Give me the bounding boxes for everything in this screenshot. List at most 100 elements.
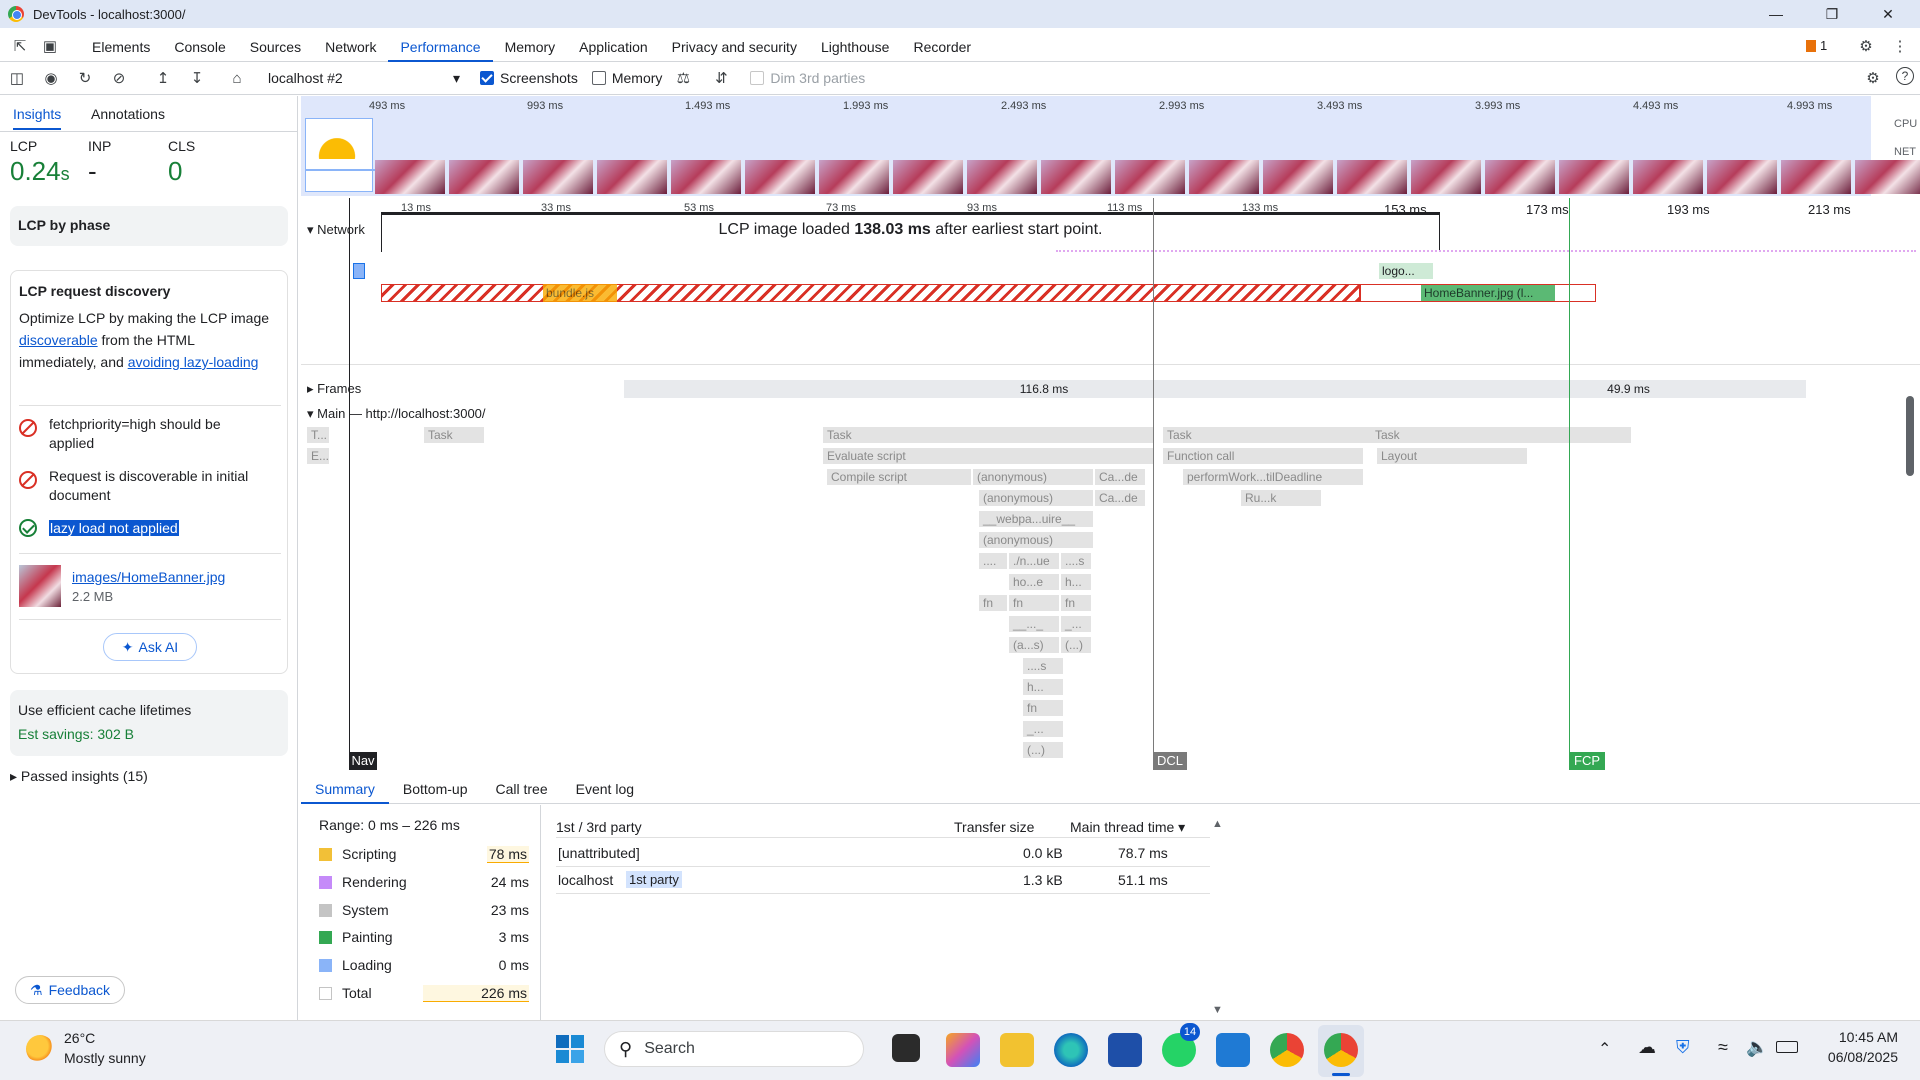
taskbar-search-box[interactable]: ⚲ Search: [604, 1031, 864, 1067]
insight-title[interactable]: LCP request discovery: [19, 283, 170, 299]
flame-call[interactable]: h...: [1061, 574, 1091, 590]
screenshot-filmstrip[interactable]: [375, 160, 1920, 194]
chrome-icon[interactable]: [1270, 1033, 1304, 1067]
flame-task[interactable]: Task: [424, 427, 484, 443]
inspect-element-icon[interactable]: ⇱: [10, 36, 30, 56]
upload-icon[interactable]: ↥: [152, 67, 174, 89]
frame-bar[interactable]: 116.8 ms: [624, 380, 1464, 398]
clock-date[interactable]: 06/08/2025: [1818, 1049, 1898, 1065]
tab-lighthouse[interactable]: Lighthouse: [809, 30, 902, 62]
flame-call[interactable]: (...): [1023, 742, 1063, 758]
flame-anonymous[interactable]: (anonymous): [979, 490, 1093, 506]
flame-anonymous[interactable]: (anonymous): [979, 532, 1093, 548]
flame-task[interactable]: T...: [307, 427, 329, 443]
windows-start-icon[interactable]: [556, 1035, 584, 1063]
toggle-sidebar-icon[interactable]: ◫: [6, 67, 28, 89]
flame-run-task[interactable]: Ru...k: [1241, 490, 1321, 506]
tab-application[interactable]: Application: [567, 30, 660, 62]
flame-call[interactable]: __..._: [1009, 616, 1059, 632]
tab-call-tree[interactable]: Call tree: [482, 772, 562, 804]
discoverable-link[interactable]: discoverable: [19, 332, 98, 348]
tab-performance[interactable]: Performance: [388, 30, 493, 62]
flame-call[interactable]: (a...s): [1009, 637, 1059, 653]
overview-window-handle[interactable]: [305, 118, 396, 192]
flame-call[interactable]: _...: [1023, 721, 1063, 737]
device-toolbar-icon[interactable]: ▣: [40, 36, 60, 56]
flame-task[interactable]: Task: [1163, 427, 1373, 443]
tab-memory[interactable]: Memory: [493, 30, 568, 62]
scroll-up-arrow-icon[interactable]: ▲: [1212, 818, 1223, 830]
flame-perform-work[interactable]: performWork...tilDeadline: [1183, 469, 1363, 485]
broom-gc-icon[interactable]: ⚖: [672, 67, 694, 89]
flame-call[interactable]: Ca...de: [1095, 490, 1145, 506]
record-icon[interactable]: ◉: [40, 67, 62, 89]
download-icon[interactable]: ↧: [186, 67, 208, 89]
tab-bottom-up[interactable]: Bottom-up: [389, 772, 482, 804]
request-bundle-js[interactable]: bundle.js: [543, 284, 617, 302]
request-document[interactable]: [353, 263, 365, 279]
lcp-annotation[interactable]: LCP image loaded 138.03 ms after earlies…: [381, 212, 1440, 252]
minimize-button[interactable]: —: [1748, 0, 1804, 28]
flame-anonymous[interactable]: (anonymous): [973, 469, 1093, 485]
restore-button[interactable]: ❐: [1804, 0, 1860, 28]
flame-call[interactable]: h...: [1023, 679, 1063, 695]
clear-icon[interactable]: ⊘: [108, 67, 130, 89]
flame-layout[interactable]: Layout: [1377, 448, 1527, 464]
tab-annotations[interactable]: Annotations: [91, 106, 165, 122]
ask-ai-button[interactable]: ✦ Ask AI: [103, 633, 197, 661]
scroll-down-arrow-icon[interactable]: ▼: [1212, 1004, 1223, 1016]
flame-task[interactable]: Task: [1371, 427, 1631, 443]
insight-cache-lifetimes[interactable]: Use efficient cache lifetimes Est saving…: [10, 690, 288, 756]
weather-description[interactable]: Mostly sunny: [64, 1050, 146, 1066]
insight-lcp-by-phase[interactable]: LCP by phase: [10, 206, 288, 246]
file-explorer-icon[interactable]: [1000, 1033, 1034, 1067]
flame-evaluate[interactable]: E...: [307, 448, 329, 464]
table-row[interactable]: [unattributed] 0.0 kB 78.7 ms: [556, 841, 1210, 867]
tab-insights[interactable]: Insights: [13, 106, 62, 130]
screenshots-checkbox[interactable]: Screenshots: [480, 70, 578, 86]
defender-shield-icon[interactable]: ⛨: [1676, 1037, 1690, 1058]
chevron-up-icon[interactable]: ⌃: [1598, 1039, 1611, 1059]
weather-temperature[interactable]: 26°C: [64, 1030, 95, 1046]
task-view-icon[interactable]: [892, 1034, 920, 1062]
tracks-scrollbar[interactable]: [1906, 396, 1914, 476]
lcp-image-link[interactable]: images/HomeBanner.jpg: [72, 569, 225, 585]
close-button[interactable]: ✕: [1860, 0, 1916, 28]
cloud-sync-icon[interactable]: ☁: [1638, 1037, 1656, 1058]
frame-bar[interactable]: 49.9 ms: [1451, 380, 1806, 398]
flame-call[interactable]: ....s: [1061, 553, 1091, 569]
frames-track-header[interactable]: ▸ Frames: [307, 381, 361, 397]
flame-call[interactable]: ....s: [1023, 658, 1063, 674]
tab-elements[interactable]: Elements: [80, 30, 162, 62]
flame-call[interactable]: ./n...ue: [1009, 553, 1059, 569]
battery-icon[interactable]: [1776, 1041, 1798, 1053]
table-row[interactable]: localhost 1st party 1.3 kB 51.1 ms: [556, 868, 1210, 894]
dim-3rd-parties-checkbox[interactable]: Dim 3rd parties: [750, 70, 865, 86]
flame-call[interactable]: ....: [979, 553, 1007, 569]
request-logo[interactable]: logo...: [1379, 263, 1433, 279]
flame-webpack-require[interactable]: __webpa...uire__: [979, 511, 1093, 527]
flame-evaluate-script[interactable]: Evaluate script: [823, 448, 1153, 464]
flame-fn[interactable]: fn: [1009, 595, 1059, 611]
tab-privacy-security[interactable]: Privacy and security: [660, 30, 809, 62]
passed-insights-toggle[interactable]: ▸ Passed insights (15): [10, 768, 148, 785]
column-header-main-thread[interactable]: Main thread time ▾: [1070, 819, 1185, 836]
tab-sources[interactable]: Sources: [238, 30, 313, 62]
flame-function-call[interactable]: Function call: [1163, 448, 1363, 464]
chrome-devtools-icon[interactable]: [1324, 1033, 1358, 1067]
metric-cls[interactable]: CLS 0: [168, 138, 195, 187]
flame-task[interactable]: Task: [823, 427, 1153, 443]
timeline-tracks[interactable]: 13 ms 33 ms 53 ms 73 ms 93 ms 113 ms 133…: [301, 198, 1920, 770]
help-icon[interactable]: ?: [1896, 67, 1914, 85]
home-icon[interactable]: ⌂: [226, 67, 248, 89]
session-select[interactable]: localhost #2 ▾: [268, 70, 460, 87]
flame-call[interactable]: (...): [1061, 637, 1091, 653]
flame-call[interactable]: _...: [1061, 616, 1091, 632]
flame-fn[interactable]: fn: [1061, 595, 1091, 611]
wifi-icon[interactable]: ≈: [1718, 1037, 1728, 1058]
network-track-header[interactable]: ▾ Network: [307, 222, 365, 238]
vscode-icon[interactable]: [1216, 1033, 1250, 1067]
tab-network[interactable]: Network: [313, 30, 388, 62]
column-header-party[interactable]: 1st / 3rd party: [556, 819, 642, 835]
tab-recorder[interactable]: Recorder: [901, 30, 983, 62]
